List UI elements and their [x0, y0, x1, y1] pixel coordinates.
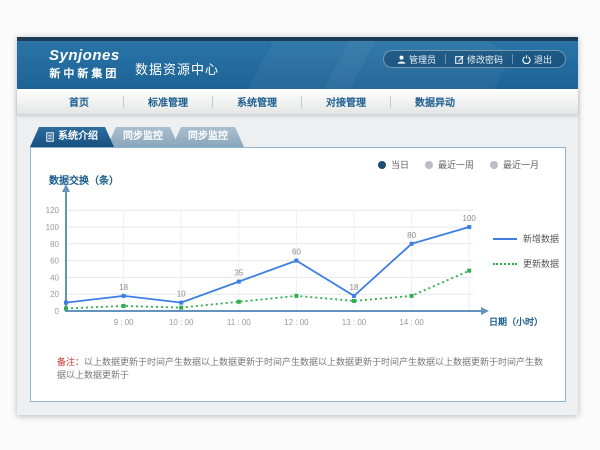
user-icon — [397, 55, 406, 64]
nav-item-system-management[interactable]: 系统管理 — [213, 94, 301, 109]
change-password-button[interactable]: 修改密码 — [446, 53, 512, 66]
admin-user-label: 管理员 — [409, 53, 436, 66]
data-point — [64, 306, 68, 310]
power-icon — [522, 55, 531, 64]
page: Synjones 新中新集团 数据资源中心 管理员 修改密码 退出 首页 标准管… — [17, 37, 578, 415]
legend-item-new-data: 新增数据 — [493, 232, 559, 245]
data-point — [122, 304, 126, 308]
nav-item-interface-management[interactable]: 对接管理 — [302, 94, 390, 109]
tab-label: 系统介绍 — [58, 127, 98, 147]
main-nav: 首页 标准管理 系统管理 对接管理 数据异动 — [17, 89, 578, 114]
footnote-label: 备注： — [57, 357, 84, 367]
chart-legend: 新增数据 更新数据 — [493, 232, 559, 270]
data-point-label: 80 — [407, 231, 416, 240]
y-tick-label: 120 — [46, 206, 60, 215]
data-point-label: 60 — [292, 248, 301, 257]
data-point — [179, 306, 183, 310]
data-point — [467, 269, 471, 273]
y-tick-label: 40 — [50, 273, 59, 282]
logout-button[interactable]: 退出 — [513, 53, 561, 66]
legend-label: 新增数据 — [523, 232, 559, 245]
page-title: 数据资源中心 — [135, 59, 219, 78]
data-point — [237, 280, 241, 284]
change-password-label: 修改密码 — [467, 53, 503, 66]
line-chart: 0 20 40 60 80 100 120 9 : 00 10 : 00 11 : 00 12 : … — [31, 148, 565, 338]
tab-system-intro[interactable]: 系统介绍 — [30, 127, 114, 147]
x-tick-label: 11 : 00 — [227, 318, 251, 327]
tab-label: 同步监控 — [123, 127, 163, 147]
footnote-text: 以上数据更新于时间产生数据以上数据更新于时间产生数据以上数据更新于时间产生数据以… — [57, 357, 543, 380]
data-point — [64, 301, 68, 305]
x-tick-label: 12 : 00 — [284, 318, 309, 327]
data-point — [179, 301, 183, 305]
data-point — [352, 299, 356, 303]
data-point — [294, 259, 298, 263]
data-point-label: 18 — [350, 283, 359, 292]
x-tick-label: 9 : 00 — [114, 318, 135, 327]
data-point — [467, 225, 471, 229]
y-tick-label: 80 — [50, 240, 59, 249]
data-point-label: 35 — [234, 269, 243, 278]
y-axis-arrow — [62, 184, 70, 192]
x-axis-title: 日期（小时） — [489, 316, 543, 327]
data-point — [122, 294, 126, 298]
chart-panel: 当日 最近一周 最近一月 数据交换（条） 0204060801001209 : … — [30, 147, 566, 402]
data-point — [237, 300, 241, 304]
edit-icon — [455, 55, 464, 64]
legend-line-sample — [493, 238, 517, 240]
legend-label: 更新数据 — [523, 257, 559, 270]
document-icon — [46, 132, 54, 142]
data-point-label: 18 — [119, 283, 128, 292]
header: Synjones 新中新集团 数据资源中心 管理员 修改密码 退出 — [17, 41, 578, 89]
data-point — [410, 294, 414, 298]
tab-sync-monitor-2[interactable]: 同步监控 — [172, 127, 244, 147]
logout-label: 退出 — [534, 53, 552, 66]
company-logo: Synjones 新中新集团 — [49, 47, 120, 81]
x-axis-arrow — [481, 307, 489, 315]
data-point-label: 100 — [463, 214, 477, 223]
logo-text-en: Synjones — [49, 47, 120, 64]
x-tick-label: 10 : 00 — [169, 318, 194, 327]
tab-sync-monitor-1[interactable]: 同步监控 — [107, 127, 179, 147]
data-point — [410, 242, 414, 246]
tab-label: 同步监控 — [188, 127, 228, 147]
legend-item-updated-data: 更新数据 — [493, 257, 559, 270]
tab-bar: 系统介绍 同步监控 同步监控 — [30, 127, 237, 147]
admin-user-button[interactable]: 管理员 — [388, 53, 445, 66]
user-toolbar: 管理员 修改密码 退出 — [383, 50, 566, 68]
nav-item-home[interactable]: 首页 — [35, 94, 123, 109]
nav-item-standard-management[interactable]: 标准管理 — [124, 94, 212, 109]
y-tick-label: 60 — [50, 257, 59, 266]
y-tick-label: 100 — [46, 223, 60, 232]
content-area: 系统介绍 同步监控 同步监控 当日 最近一周 — [17, 114, 578, 415]
data-point-label: 10 — [177, 290, 186, 299]
footnote: 备注：以上数据更新于时间产生数据以上数据更新于时间产生数据以上数据更新于时间产生… — [57, 356, 547, 382]
legend-line-sample — [493, 263, 517, 265]
x-tick-label: 14 : 00 — [399, 318, 424, 327]
nav-item-data-change[interactable]: 数据异动 — [391, 94, 479, 109]
y-tick-label: 0 — [55, 307, 60, 316]
x-tick-label: 13 : 00 — [342, 318, 367, 327]
y-tick-label: 20 — [50, 290, 59, 299]
logo-text-cn: 新中新集团 — [49, 65, 120, 81]
data-point — [352, 294, 356, 298]
data-point — [294, 294, 298, 298]
